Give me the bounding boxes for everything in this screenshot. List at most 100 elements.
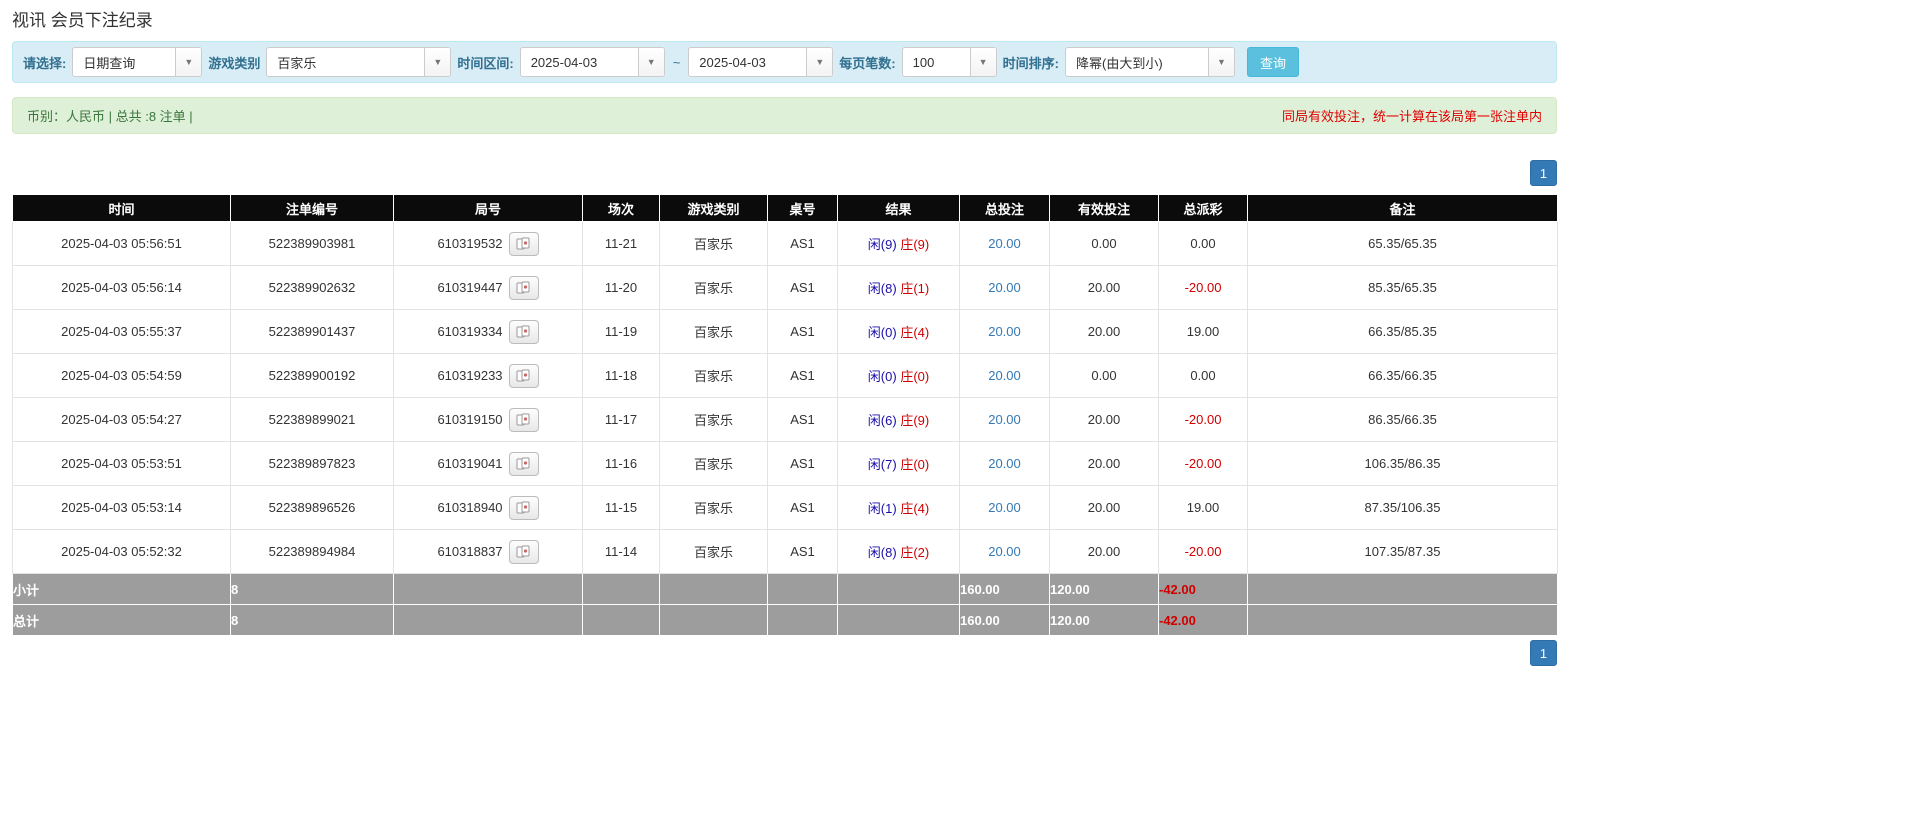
cards-icon bbox=[516, 413, 530, 426]
cell-bet-id: 522389896526 bbox=[230, 485, 394, 530]
table-row: 2025-04-03 05:54:59 522389900192 6103192… bbox=[12, 353, 1558, 398]
view-cards-button[interactable] bbox=[508, 319, 539, 344]
total-bet-link[interactable]: 20.00 bbox=[988, 500, 1021, 515]
table-header: 时间 注单编号 局号 场次 游戏类别 桌号 结果 总投注 有效投注 总派彩 备注 bbox=[12, 194, 1558, 222]
cell-remark: 85.35/65.35 bbox=[1247, 265, 1558, 310]
cell-valid-bet: 0.00 bbox=[1049, 221, 1159, 266]
result-player: 闲(8) bbox=[867, 281, 897, 296]
total-bet-link[interactable]: 20.00 bbox=[988, 236, 1021, 251]
round-id-text: 610319334 bbox=[437, 324, 503, 339]
sort-value: 降幂(由大到小) bbox=[1075, 55, 1163, 71]
header-result: 结果 bbox=[837, 194, 960, 222]
cell-round-id: 610318837 bbox=[393, 529, 583, 574]
cell-result: 闲(0) 庄(4) bbox=[837, 309, 960, 354]
header-payout: 总派彩 bbox=[1158, 194, 1248, 222]
cards-icon bbox=[516, 237, 530, 250]
cell-table-no: AS1 bbox=[767, 485, 838, 530]
tilde-separator: ~ bbox=[672, 54, 681, 70]
result-banker: 庄(0) bbox=[900, 369, 930, 384]
cell-time: 2025-04-03 05:56:14 bbox=[12, 265, 231, 310]
page-1-button[interactable]: 1 bbox=[1530, 640, 1557, 666]
total-bet-link[interactable]: 20.00 bbox=[988, 368, 1021, 383]
table-row: 2025-04-03 05:54:27 522389899021 6103191… bbox=[12, 397, 1558, 442]
page-size-value: 100 bbox=[912, 54, 935, 70]
view-cards-button[interactable] bbox=[508, 495, 539, 520]
cell-session: 11-20 bbox=[582, 265, 660, 310]
header-valid-bet: 有效投注 bbox=[1049, 194, 1159, 222]
cell-session: 11-17 bbox=[582, 397, 660, 442]
game-type-label: 游戏类别 bbox=[208, 55, 261, 71]
cell-total-bet: 20.00 bbox=[959, 529, 1050, 574]
view-cards-button[interactable] bbox=[508, 231, 539, 256]
date-from-value: 2025-04-03 bbox=[530, 54, 598, 70]
cell-table-no: AS1 bbox=[767, 265, 838, 310]
cell-valid-bet: 0.00 bbox=[1049, 353, 1159, 398]
cell-remark: 107.35/87.35 bbox=[1247, 529, 1558, 574]
cell-payout: -20.00 bbox=[1158, 265, 1248, 310]
date-from-input[interactable]: 2025-04-03 ▼ bbox=[519, 47, 665, 77]
summary-currency-count: 币别：人民币 | 总共 :8 注单 | bbox=[27, 109, 193, 124]
cell-payout: -20.00 bbox=[1158, 529, 1248, 574]
round-id-text: 610319233 bbox=[437, 368, 503, 383]
view-cards-button[interactable] bbox=[508, 363, 539, 388]
total-bet-link[interactable]: 20.00 bbox=[988, 412, 1021, 427]
subtotal-label: 小计 bbox=[12, 573, 231, 605]
cell-remark: 65.35/65.35 bbox=[1247, 221, 1558, 266]
header-table-no: 桌号 bbox=[767, 194, 838, 222]
cell-result: 闲(6) 庄(9) bbox=[837, 397, 960, 442]
cell-table-no: AS1 bbox=[767, 221, 838, 266]
result-banker: 庄(0) bbox=[900, 457, 930, 472]
cell-payout: 0.00 bbox=[1158, 353, 1248, 398]
header-session: 场次 bbox=[582, 194, 660, 222]
game-type-select[interactable]: 百家乐 ▼ bbox=[266, 47, 452, 77]
query-type-select[interactable]: 日期查询 ▼ bbox=[72, 47, 203, 77]
cell-total-bet: 20.00 bbox=[959, 485, 1050, 530]
table-body: 2025-04-03 05:56:51 522389903981 6103195… bbox=[12, 221, 1558, 574]
total-bet-link[interactable]: 20.00 bbox=[988, 324, 1021, 339]
view-cards-button[interactable] bbox=[508, 275, 539, 300]
page-title: 视讯 会员下注纪录 bbox=[12, 11, 153, 30]
chevron-down-icon: ▼ bbox=[969, 48, 996, 76]
date-to-input[interactable]: 2025-04-03 ▼ bbox=[688, 47, 834, 77]
cell-result: 闲(7) 庄(0) bbox=[837, 441, 960, 486]
view-cards-button[interactable] bbox=[508, 407, 539, 432]
chevron-down-icon: ▼ bbox=[175, 48, 202, 76]
cell-round-id: 610319150 bbox=[393, 397, 583, 442]
cards-icon bbox=[516, 545, 530, 558]
total-bet-link[interactable]: 20.00 bbox=[988, 544, 1021, 559]
cell-remark: 66.35/66.35 bbox=[1247, 353, 1558, 398]
cell-valid-bet: 20.00 bbox=[1049, 265, 1159, 310]
page-size-label: 每页笔数: bbox=[839, 55, 896, 71]
view-cards-button[interactable] bbox=[508, 539, 539, 564]
cell-round-id: 610319233 bbox=[393, 353, 583, 398]
cards-icon bbox=[516, 325, 530, 338]
cell-time: 2025-04-03 05:52:32 bbox=[12, 529, 231, 574]
cell-result: 闲(1) 庄(4) bbox=[837, 485, 960, 530]
result-banker: 庄(4) bbox=[900, 325, 930, 340]
cell-bet-id: 522389899021 bbox=[230, 397, 394, 442]
cell-result: 闲(8) 庄(1) bbox=[837, 265, 960, 310]
cell-round-id: 610319041 bbox=[393, 441, 583, 486]
search-button[interactable]: 查询 bbox=[1246, 47, 1299, 77]
cell-total-bet: 20.00 bbox=[959, 441, 1050, 486]
bet-records-table: 时间 注单编号 局号 场次 游戏类别 桌号 结果 总投注 有效投注 总派彩 备注… bbox=[12, 194, 1558, 636]
table-row: 2025-04-03 05:56:14 522389902632 6103194… bbox=[12, 265, 1558, 310]
pagination-top: 1 bbox=[12, 160, 1557, 186]
page-1-button[interactable]: 1 bbox=[1530, 160, 1557, 186]
sort-select[interactable]: 降幂(由大到小) ▼ bbox=[1064, 47, 1235, 77]
select-type-label: 请选择: bbox=[23, 55, 67, 71]
cell-table-no: AS1 bbox=[767, 353, 838, 398]
result-banker: 庄(2) bbox=[900, 545, 930, 560]
total-bet-link[interactable]: 20.00 bbox=[988, 456, 1021, 471]
result-banker: 庄(9) bbox=[900, 237, 930, 252]
cell-round-id: 610319447 bbox=[393, 265, 583, 310]
result-player: 闲(0) bbox=[867, 369, 897, 384]
result-banker: 庄(4) bbox=[900, 501, 930, 516]
filter-bar: 请选择: 日期查询 ▼ 游戏类别 百家乐 ▼ 时间区间: 2025-04-03 … bbox=[12, 41, 1557, 83]
cell-valid-bet: 20.00 bbox=[1049, 441, 1159, 486]
page-size-select[interactable]: 100 ▼ bbox=[901, 47, 997, 77]
total-count: 8 bbox=[230, 604, 394, 636]
view-cards-button[interactable] bbox=[508, 451, 539, 476]
total-bet-link[interactable]: 20.00 bbox=[988, 280, 1021, 295]
cell-total-bet: 20.00 bbox=[959, 221, 1050, 266]
